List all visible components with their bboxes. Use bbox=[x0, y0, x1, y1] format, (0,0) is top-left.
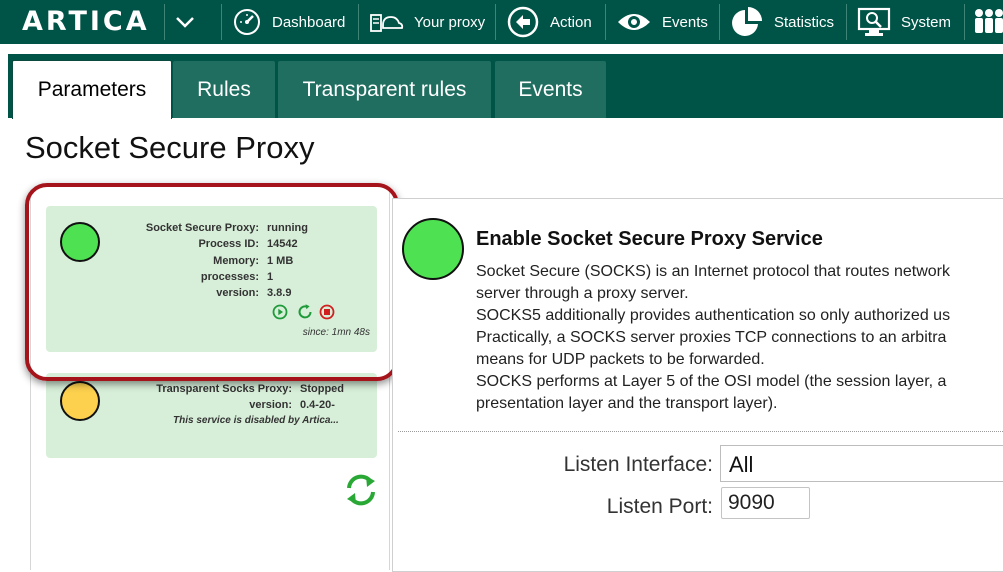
status-key: Transparent Socks Proxy: bbox=[156, 383, 292, 395]
proxy-icon bbox=[368, 9, 404, 35]
page-title: Socket Secure Proxy bbox=[25, 130, 315, 165]
nav-separator bbox=[495, 4, 496, 40]
listen-port-label: Listen Port: bbox=[606, 495, 713, 518]
nav-separator bbox=[605, 4, 606, 40]
artica-logo[interactable]: ARTICA bbox=[22, 6, 150, 37]
nav-system-label: System bbox=[901, 13, 952, 31]
service-enable-toggle[interactable] bbox=[402, 218, 464, 280]
status-value: Stopped bbox=[300, 383, 344, 395]
nav-action-label: Action bbox=[550, 13, 592, 31]
listen-interface-select[interactable]: All bbox=[720, 445, 1003, 482]
nav-menu-toggle[interactable] bbox=[175, 0, 195, 44]
nav-your-proxy[interactable]: Your proxy bbox=[368, 0, 485, 44]
nav-separator bbox=[221, 4, 222, 40]
nav-events-label: Events bbox=[662, 13, 708, 31]
nav-statistics-label: Statistics bbox=[774, 13, 835, 31]
nav-statistics[interactable]: Statistics bbox=[730, 0, 834, 44]
users-icon bbox=[974, 7, 1003, 37]
nav-dashboard[interactable]: Dashboard bbox=[232, 0, 345, 44]
status-indicator-stopped bbox=[60, 381, 100, 421]
nav-separator bbox=[358, 4, 359, 40]
refresh-icon[interactable] bbox=[344, 472, 378, 513]
description-line: server through a proxy server. bbox=[476, 285, 689, 302]
tab-bar: Parameters Rules Transparent rules Event… bbox=[8, 54, 1003, 119]
pie-chart-icon bbox=[730, 5, 764, 39]
tab-parameters[interactable]: Parameters bbox=[12, 60, 172, 119]
transparent-status-card: Transparent Socks Proxy: Stopped version:… bbox=[46, 373, 377, 458]
top-navbar: ARTICA Dashboard Your proxy Action Event… bbox=[0, 0, 1003, 44]
nav-dashboard-label: Dashboard bbox=[272, 13, 346, 31]
description-line: presentation layer and the transport lay… bbox=[476, 395, 778, 412]
transparent-status-details: Transparent Socks Proxy: Stopped version:… bbox=[106, 381, 344, 414]
dashboard-icon bbox=[232, 7, 262, 37]
service-title: Enable Socket Secure Proxy Service bbox=[476, 228, 823, 250]
disabled-note: This service is disabled by Artica... bbox=[173, 415, 339, 426]
nav-action[interactable]: Action bbox=[506, 0, 592, 44]
system-icon bbox=[857, 6, 891, 38]
nav-your-proxy-label: Your proxy bbox=[414, 13, 486, 31]
tab-transparent-rules[interactable]: Transparent rules bbox=[278, 61, 491, 118]
service-description: Socket Secure (SOCKS) is an Internet pro… bbox=[476, 261, 1003, 415]
nav-separator bbox=[964, 4, 965, 40]
nav-events[interactable]: Events bbox=[616, 0, 708, 44]
nav-separator bbox=[846, 4, 847, 40]
status-key: version: bbox=[249, 399, 292, 412]
listen-interface-label: Listen Interface: bbox=[563, 453, 713, 476]
tab-rules[interactable]: Rules bbox=[173, 61, 275, 118]
chevron-down-icon bbox=[175, 15, 195, 29]
status-value: 0.4-20- bbox=[300, 399, 335, 412]
eye-icon bbox=[616, 11, 652, 33]
listen-port-input[interactable]: 9090 bbox=[721, 487, 810, 519]
highlight-frame bbox=[25, 183, 399, 381]
nav-separator bbox=[164, 4, 165, 40]
description-line: SOCKS5 additionally provides authenticat… bbox=[476, 307, 951, 324]
section-divider bbox=[398, 431, 1003, 432]
nav-separator bbox=[719, 4, 720, 40]
description-line: Practically, a SOCKS server proxies TCP … bbox=[476, 329, 947, 346]
description-line: means for UDP packets to be forwarded. bbox=[476, 351, 765, 368]
description-line: SOCKS performs at Layer 5 of the OSI mod… bbox=[476, 373, 947, 390]
nav-system[interactable]: System bbox=[857, 0, 951, 44]
action-icon bbox=[506, 5, 540, 39]
nav-users[interactable] bbox=[974, 0, 1003, 44]
tab-events[interactable]: Events bbox=[495, 61, 606, 118]
description-line: Socket Secure (SOCKS) is an Internet pro… bbox=[476, 263, 950, 280]
